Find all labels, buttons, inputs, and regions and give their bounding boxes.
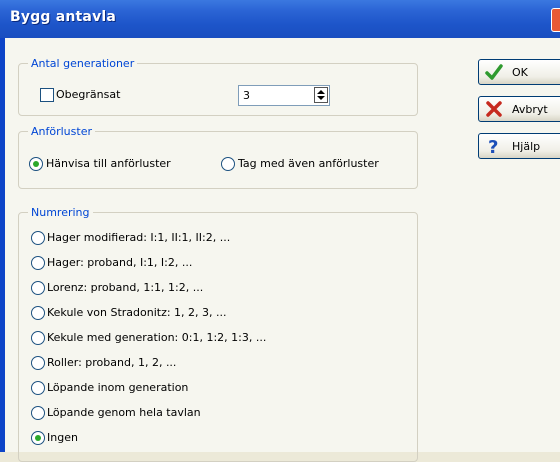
numbering-option-label[interactable]: Löpande genom hela tavlan <box>47 406 201 419</box>
spin-down-icon[interactable] <box>317 96 325 100</box>
numbering-option-label[interactable]: Löpande inom generation <box>47 381 188 394</box>
cancel-button-label: Avbryt <box>512 103 548 116</box>
include-ancestor-loss-label[interactable]: Tag med även anförluster <box>238 157 379 170</box>
numbering-option-label[interactable]: Roller: proband, 1, 2, ... <box>47 356 176 369</box>
question-mark-icon: ? <box>488 137 498 155</box>
radio-numbering-kekule-generation[interactable] <box>31 331 45 345</box>
numbering-option-label[interactable]: Kekule von Stradonitz: 1, 2, 3, ... <box>47 306 227 319</box>
numbering-option-label[interactable]: Lorenz: proband, 1:1, 1:2, ... <box>47 281 203 294</box>
checkmark-icon <box>485 64 503 80</box>
cancel-button[interactable]: Avbryt <box>478 96 560 122</box>
radio-numbering-lorenz[interactable] <box>31 281 45 295</box>
generations-count-value: 3 <box>243 89 250 102</box>
radio-numbering-roller[interactable] <box>31 356 45 370</box>
ok-button-label: OK <box>512 66 528 79</box>
radio-numbering-sequential-chart[interactable] <box>31 406 45 420</box>
title-bar: Bygg antavla <box>0 0 560 38</box>
generations-spinner[interactable] <box>314 87 328 103</box>
window-frame-left <box>0 38 5 452</box>
close-window-button[interactable] <box>551 8 560 32</box>
radio-numbering-hager-modified[interactable] <box>31 231 45 245</box>
radio-numbering-sequential-generation[interactable] <box>31 381 45 395</box>
ok-button[interactable]: OK <box>478 59 560 85</box>
help-button-label: Hjälp <box>512 140 541 153</box>
svg-text:?: ? <box>488 137 498 155</box>
unlimited-label[interactable]: Obegränsat <box>56 88 120 101</box>
radio-numbering-kekule[interactable] <box>31 306 45 320</box>
window-title: Bygg antavla <box>10 9 117 25</box>
radio-numbering-hager[interactable] <box>31 256 45 270</box>
numbering-option-label[interactable]: Ingen <box>47 431 78 444</box>
ancestor-loss-legend: Anförluster <box>28 125 95 138</box>
radio-numbering-none[interactable] <box>31 431 45 445</box>
radio-include-ancestor-loss[interactable] <box>221 157 235 171</box>
x-mark-icon <box>486 101 502 117</box>
spin-up-icon[interactable] <box>317 90 325 94</box>
numbering-option-label[interactable]: Kekule med generation: 0:1, 1:2, 1:3, ..… <box>47 331 266 344</box>
help-button[interactable]: ? Hjälp <box>478 133 560 159</box>
refer-ancestor-loss-label[interactable]: Hänvisa till anförluster <box>46 157 171 170</box>
radio-refer-ancestor-loss[interactable] <box>29 157 43 171</box>
numbering-option-label[interactable]: Hager: proband, I:1, I:2, ... <box>47 256 192 269</box>
unlimited-checkbox[interactable] <box>40 88 54 102</box>
generations-legend: Antal generationer <box>28 57 138 70</box>
numbering-legend: Numrering <box>28 206 93 219</box>
numbering-option-label[interactable]: Hager modifierad: I:1, II:1, II:2, ... <box>47 231 230 244</box>
